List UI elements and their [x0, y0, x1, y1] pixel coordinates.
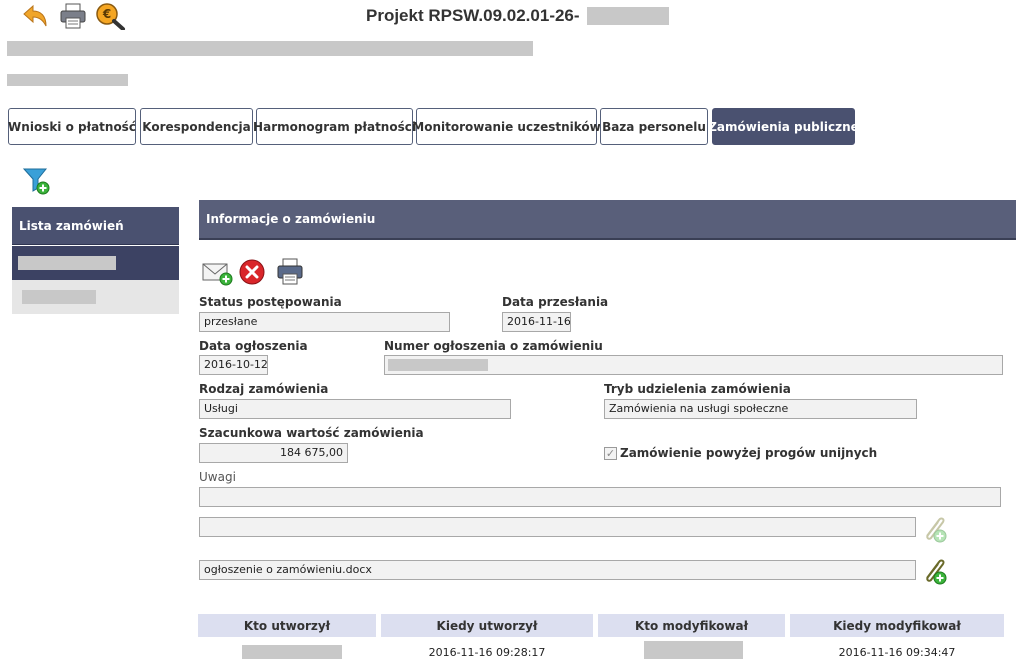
announce-date-label: Data ogłoszenia — [199, 339, 308, 353]
delete-icon[interactable] — [238, 258, 268, 286]
redacted-modified-by — [644, 641, 743, 659]
attachment-field-empty[interactable] — [199, 517, 916, 537]
sidebar-heading[interactable]: Lista zamówień — [12, 207, 179, 245]
table-cell-created-at: 2016-11-16 09:28:17 — [428, 645, 546, 659]
sent-date-field: 2016-11-16 — [502, 312, 571, 332]
mode-label: Tryb udzielenia zamówienia — [604, 382, 791, 396]
table-header-modified-at: Kiedy modyfikował — [790, 614, 1004, 637]
announce-date-field: 2016-10-12 — [199, 355, 268, 375]
tab-payment-requests[interactable]: Wnioski o płatność — [8, 108, 136, 145]
tab-personnel-base[interactable]: Baza personelu — [600, 108, 708, 145]
eu-threshold-checkbox[interactable]: ✓ — [604, 447, 617, 460]
mode-field: Zamówienia na usługi społeczne — [604, 399, 917, 419]
redacted-created-by — [242, 645, 342, 659]
estimated-value-label: Szacunkowa wartość zamówienia — [199, 426, 424, 440]
redacted-announce-number — [388, 359, 488, 371]
type-label: Rodzaj zamówienia — [199, 382, 329, 396]
status-field: przesłane — [199, 312, 450, 332]
redacted-order-id — [18, 256, 116, 270]
redacted-order-id — [22, 290, 96, 304]
attachment-field[interactable]: ogłoszenie o zamówieniu.docx — [199, 560, 916, 580]
estimated-value-field: 184 675,00 — [199, 443, 348, 463]
section-header: Informacje o zamówieniu — [199, 200, 1016, 240]
sidebar-item-selected[interactable] — [12, 246, 179, 280]
announce-number-label: Numer ogłoszenia o zamówieniu — [384, 339, 603, 353]
send-mail-icon[interactable] — [201, 258, 233, 286]
back-arrow-icon[interactable] — [20, 2, 50, 30]
table-cell-modified-at: 2016-11-16 09:34:47 — [838, 645, 956, 659]
add-filter-icon[interactable] — [22, 166, 52, 196]
redacted-project-number — [587, 7, 669, 25]
redacted-beneficiary — [7, 74, 128, 86]
table-header-created-by: Kto utworzył — [198, 614, 376, 637]
type-field: Usługi — [199, 399, 511, 419]
notes-label: Uwagi — [199, 470, 236, 484]
svg-text:€: € — [102, 7, 111, 21]
page-title: Projekt RPSW.09.02.01-26- — [366, 6, 580, 25]
sidebar-item[interactable] — [12, 280, 179, 314]
add-attachment-icon[interactable] — [919, 556, 949, 586]
tab-payment-schedule[interactable]: Harmonogram płatności — [253, 108, 416, 145]
euro-search-icon[interactable]: € — [94, 2, 125, 31]
announce-number-field — [384, 355, 1003, 375]
table-header-created-at: Kiedy utworzył — [381, 614, 593, 637]
table-header-modified-by: Kto modyfikował — [598, 614, 785, 637]
tab-correspondence[interactable]: Korespondencja — [140, 108, 253, 145]
redacted-project-name — [7, 41, 533, 56]
status-label: Status postępowania — [199, 295, 342, 309]
eu-threshold-label: Zamówienie powyżej progów unijnych — [620, 446, 878, 460]
tab-public-procurement[interactable]: Zamówienia publiczne — [708, 108, 859, 145]
notes-field[interactable] — [199, 487, 1001, 507]
sent-date-label: Data przesłania — [502, 295, 609, 309]
printer-icon[interactable] — [58, 2, 88, 30]
print-icon[interactable] — [275, 258, 305, 286]
tab-participant-monitoring[interactable]: Monitorowanie uczestników — [412, 108, 601, 145]
add-attachment-icon[interactable] — [919, 514, 949, 544]
